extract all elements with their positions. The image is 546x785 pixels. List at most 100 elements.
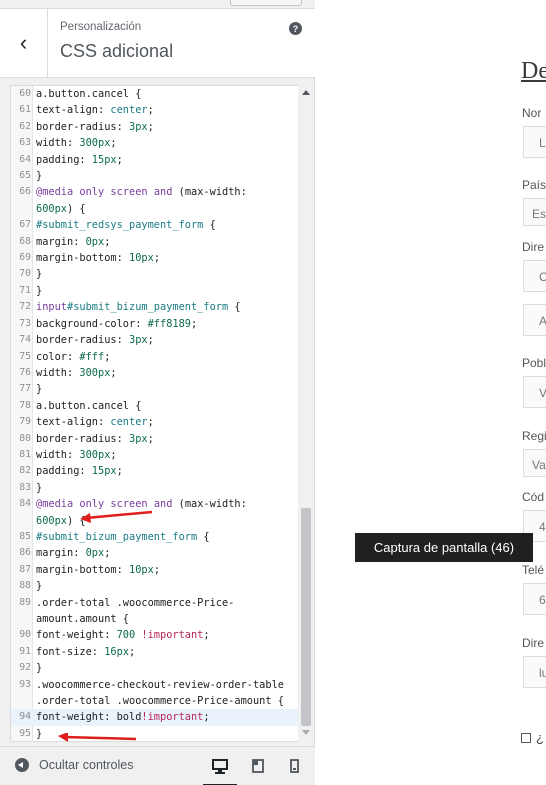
code-line[interactable]: 90 font-weight: 700 !important; <box>11 627 301 643</box>
code-line[interactable]: 74 border-radius: 3px; <box>11 332 301 348</box>
code-text[interactable]: } <box>33 381 42 397</box>
preview-checkbox[interactable]: ¿ <box>521 730 544 745</box>
code-line[interactable]: 73 background-color: #ff8189; <box>11 316 301 332</box>
code-text[interactable]: #submit_redsys_payment_form { <box>33 217 216 233</box>
desktop-preview-button[interactable] <box>203 755 237 785</box>
code-line[interactable]: 93 .woocommerce-checkout-review-order-tab… <box>11 677 301 693</box>
code-text[interactable]: padding: 15px; <box>33 463 123 479</box>
code-text[interactable]: width: 300px; <box>33 365 117 381</box>
tablet-preview-button[interactable] <box>247 755 269 777</box>
code-text[interactable]: font-size: 16px; <box>33 644 135 660</box>
code-text[interactable]: } <box>33 660 42 676</box>
code-text[interactable]: } <box>33 168 42 184</box>
code-line[interactable]: 66 @media only screen and (max-width: <box>11 184 301 200</box>
code-text[interactable]: padding: 15px; <box>33 152 123 168</box>
help-icon[interactable]: ? <box>289 22 302 35</box>
code-text[interactable]: a.button.cancel { <box>33 398 141 414</box>
code-line[interactable]: 88} <box>11 578 301 594</box>
code-line[interactable]: 600px) { <box>11 513 301 529</box>
code-line[interactable]: 65} <box>11 168 301 184</box>
code-line[interactable]: 72 input#submit_bizum_payment_form { <box>11 299 301 315</box>
code-line[interactable]: 82 padding: 15px; <box>11 463 301 479</box>
code-line[interactable]: 68 margin: 0px; <box>11 234 301 250</box>
code-line[interactable]: 600px) { <box>11 201 301 217</box>
code-text[interactable]: margin-bottom: 10px; <box>33 250 160 266</box>
code-line[interactable]: 81 width: 300px; <box>11 447 301 463</box>
code-text[interactable]: font-weight: bold!important; <box>33 709 210 725</box>
preview-input[interactable]: lu <box>523 656 546 688</box>
code-text[interactable]: amount.amount { <box>33 611 129 627</box>
code-line[interactable]: 71} <box>11 283 301 299</box>
code-line[interactable]: 61 text-align: center; <box>11 102 301 118</box>
code-text[interactable]: } <box>33 726 42 741</box>
code-line[interactable]: 69 margin-bottom: 10px; <box>11 250 301 266</box>
code-text[interactable]: .woocommerce-checkout-review-order-table <box>33 677 284 693</box>
code-line[interactable]: 92} <box>11 660 301 676</box>
code-text[interactable]: .order-total .woocommerce-Price- <box>33 595 234 611</box>
code-line[interactable]: 86 margin: 0px; <box>11 545 301 561</box>
code-lines[interactable]: 60 a.button.cancel {61 text-align: center;… <box>11 86 301 741</box>
preview-input[interactable]: A <box>523 304 546 336</box>
code-line[interactable]: 64 padding: 15px; <box>11 152 301 168</box>
scroll-down-icon[interactable] <box>302 730 310 735</box>
code-line[interactable]: 94 font-weight: bold!important; <box>11 709 301 726</box>
code-text[interactable]: width: 300px; <box>33 135 117 151</box>
code-text[interactable]: } <box>33 480 42 496</box>
code-line[interactable]: 70} <box>11 266 301 282</box>
preview-input[interactable]: 6 <box>523 583 546 615</box>
preview-select[interactable]: Esp <box>523 198 546 226</box>
code-text[interactable]: } <box>33 578 42 594</box>
code-line[interactable]: 60 a.button.cancel { <box>11 86 301 102</box>
code-line[interactable]: 75 color: #fff; <box>11 349 301 365</box>
code-text[interactable]: } <box>33 283 42 299</box>
code-line[interactable]: 76 width: 300px; <box>11 365 301 381</box>
code-text[interactable]: @media only screen and (max-width: <box>33 184 247 200</box>
back-button[interactable]: ‹ <box>0 9 48 77</box>
code-line[interactable]: .order-total .woocommerce-Price-amount { <box>11 693 301 709</box>
code-text[interactable]: border-radius: 3px; <box>33 431 154 447</box>
top-tab[interactable] <box>230 0 302 6</box>
code-text[interactable]: .order-total .woocommerce-Price-amount { <box>33 693 284 709</box>
code-text[interactable]: margin: 0px; <box>33 234 110 250</box>
code-line[interactable]: 87 margin-bottom: 10px; <box>11 562 301 578</box>
code-line[interactable]: 91 font-size: 16px; <box>11 644 301 660</box>
code-text[interactable]: margin-bottom: 10px; <box>33 562 160 578</box>
code-line[interactable]: 67 #submit_redsys_payment_form { <box>11 217 301 233</box>
code-text[interactable]: 600px) { <box>33 201 86 217</box>
css-code-editor[interactable]: 60 a.button.cancel {61 text-align: center;… <box>10 85 314 742</box>
code-text[interactable]: #submit_bizum_payment_form { <box>33 529 210 545</box>
code-text[interactable]: text-align: center; <box>33 414 154 430</box>
code-line[interactable]: 80 border-radius: 3px; <box>11 431 301 447</box>
code-text[interactable]: 600px) { <box>33 513 86 529</box>
code-text[interactable]: border-radius: 3px; <box>33 119 154 135</box>
preview-input[interactable]: Lu <box>523 126 546 158</box>
scroll-up-icon[interactable] <box>302 90 310 95</box>
code-line[interactable]: 83} <box>11 480 301 496</box>
code-text[interactable]: text-align: center; <box>33 102 154 118</box>
code-text[interactable]: input#submit_bizum_payment_form { <box>33 299 241 315</box>
code-text[interactable]: width: 300px; <box>33 447 117 463</box>
code-line[interactable]: 78 a.button.cancel { <box>11 398 301 414</box>
code-text[interactable]: } <box>33 266 42 282</box>
code-line[interactable]: 89 .order-total .woocommerce-Price- <box>11 595 301 611</box>
code-line[interactable]: 63 width: 300px; <box>11 135 301 151</box>
hide-controls-button[interactable]: Ocultar controles <box>15 758 133 772</box>
code-text[interactable]: color: #fff; <box>33 349 110 365</box>
code-text[interactable]: border-radius: 3px; <box>33 332 154 348</box>
checkbox-box[interactable] <box>521 732 531 743</box>
code-line[interactable]: 95} <box>11 726 301 741</box>
site-preview[interactable]: De Nor Lu País Esp Dire C A Pobl V Regi … <box>316 0 546 785</box>
code-line[interactable]: 77} <box>11 381 301 397</box>
preview-select[interactable]: Va <box>523 449 546 477</box>
code-line[interactable]: amount.amount { <box>11 611 301 627</box>
code-line[interactable]: 85 #submit_bizum_payment_form { <box>11 529 301 545</box>
code-text[interactable]: a.button.cancel { <box>33 86 141 102</box>
code-line[interactable]: 84 @media only screen and (max-width: <box>11 496 301 512</box>
code-line[interactable]: 79 text-align: center; <box>11 414 301 430</box>
scrollbar-thumb[interactable] <box>301 508 311 726</box>
preview-input[interactable]: V <box>523 376 546 408</box>
preview-input[interactable]: C <box>523 260 546 292</box>
mobile-preview-button[interactable] <box>283 755 305 777</box>
code-line[interactable]: 62 border-radius: 3px; <box>11 119 301 135</box>
code-text[interactable]: font-weight: 700 !important; <box>33 627 210 643</box>
